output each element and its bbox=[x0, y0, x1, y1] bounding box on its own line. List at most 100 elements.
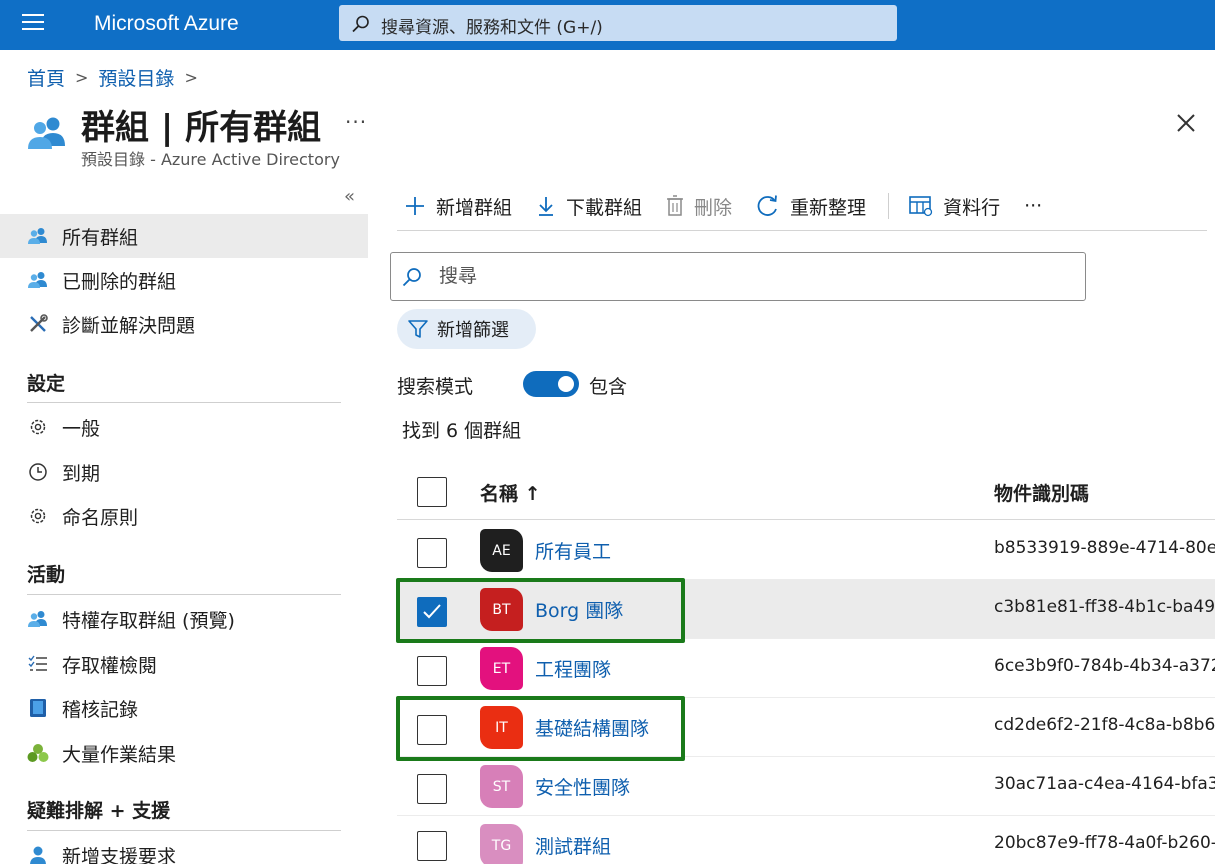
users-icon bbox=[27, 225, 49, 247]
row-checkbox[interactable] bbox=[417, 597, 447, 627]
refresh-icon bbox=[756, 194, 780, 218]
group-name-link[interactable]: 安全性團隊 bbox=[535, 773, 630, 800]
sidebar-item-label: 到期 bbox=[62, 462, 101, 485]
group-object-id: c3b81e81-ff38-4b1c-ba49- bbox=[994, 597, 1215, 617]
checklist-icon bbox=[27, 653, 49, 675]
global-search[interactable]: 搜尋資源、服務和文件 (G+/) bbox=[339, 5, 897, 41]
new-group-label: 新增群組 bbox=[436, 196, 513, 219]
download-groups-button[interactable]: 下載群組 bbox=[536, 193, 642, 220]
table-row[interactable]: BT Borg 團隊 c3b81e81-ff38-4b1c-ba49- bbox=[397, 580, 1215, 639]
sidebar-item-access-reviews[interactable]: 存取權檢閱 bbox=[0, 642, 368, 686]
group-name-link[interactable]: 基礎結構團隊 bbox=[535, 714, 649, 741]
sidebar-item-label: 命名原則 bbox=[62, 506, 139, 529]
sidebar-item-label: 診斷並解決問題 bbox=[62, 314, 196, 337]
delete-button[interactable]: 刪除 bbox=[666, 193, 732, 220]
clock-icon bbox=[27, 461, 49, 483]
sidebar-item-label: 新增支援要求 bbox=[62, 845, 177, 864]
menu-icon[interactable] bbox=[22, 14, 44, 32]
sidebar-item-label: 所有群組 bbox=[62, 226, 139, 249]
row-checkbox[interactable] bbox=[417, 656, 447, 686]
group-name-link[interactable]: Borg 團隊 bbox=[535, 596, 623, 623]
chevron-right-icon: > bbox=[184, 68, 198, 87]
more-options-button[interactable]: ··· bbox=[345, 110, 367, 134]
group-name-link[interactable]: 測試群組 bbox=[535, 832, 611, 859]
breadcrumb: 首頁 > 預設目錄 > bbox=[27, 64, 208, 91]
sidebar-item-expiration[interactable]: 到期 bbox=[0, 450, 368, 494]
group-avatar: ET bbox=[480, 647, 523, 690]
sidebar-item-pim-groups[interactable]: 特權存取群組 (預覽) bbox=[0, 597, 368, 641]
breadcrumb-home[interactable]: 首頁 bbox=[27, 64, 65, 91]
divider bbox=[27, 830, 341, 831]
column-header-object-id[interactable]: 物件識別碼 bbox=[994, 479, 1089, 506]
group-avatar: ST bbox=[480, 765, 523, 808]
refresh-button[interactable]: 重新整理 bbox=[756, 193, 866, 220]
group-name-link[interactable]: 工程團隊 bbox=[535, 655, 611, 682]
group-icon bbox=[27, 116, 69, 156]
brand-title[interactable]: Microsoft Azure bbox=[94, 12, 239, 36]
row-checkbox[interactable] bbox=[417, 715, 447, 745]
group-object-id: b8533919-889e-4714-80ec bbox=[994, 538, 1215, 558]
sidebar-item-bulk-results[interactable]: 大量作業結果 bbox=[0, 731, 368, 775]
plus-icon bbox=[404, 195, 426, 217]
group-object-id: 6ce3b9f0-784b-4b34-a372 bbox=[994, 656, 1215, 676]
bulk-icon bbox=[27, 742, 49, 764]
row-checkbox[interactable] bbox=[417, 538, 447, 568]
sidebar-item-deleted-groups[interactable]: 已刪除的群組 bbox=[0, 258, 368, 302]
results-count: 找到 6 個群組 bbox=[402, 420, 522, 442]
section-support: 疑難排解 + 支援 bbox=[27, 800, 171, 822]
person-icon bbox=[27, 844, 49, 864]
table-row[interactable]: AE 所有員工 b8533919-889e-4714-80ec bbox=[397, 521, 1215, 580]
group-avatar: TG bbox=[480, 824, 523, 864]
sidebar-item-all-groups[interactable]: 所有群組 bbox=[0, 214, 368, 258]
group-name-link[interactable]: 所有員工 bbox=[535, 537, 611, 564]
sidebar-item-new-support-request[interactable]: 新增支援要求 bbox=[0, 833, 368, 864]
users-icon bbox=[27, 269, 49, 291]
select-all-checkbox[interactable] bbox=[417, 477, 447, 507]
search-mode-label: 搜索模式 bbox=[397, 376, 474, 398]
column-header-name[interactable]: 名稱 ↑ bbox=[480, 479, 541, 506]
columns-icon bbox=[909, 195, 933, 217]
add-filter-label: 新增篩選 bbox=[437, 320, 509, 341]
trash-icon bbox=[666, 195, 684, 217]
group-search-box bbox=[390, 252, 1086, 301]
columns-button[interactable]: 資料行 bbox=[909, 193, 1000, 220]
refresh-label: 重新整理 bbox=[790, 196, 867, 219]
sidebar-item-audit-logs[interactable]: 稽核記錄 bbox=[0, 686, 368, 730]
columns-label: 資料行 bbox=[943, 196, 1001, 219]
table-header: 名稱 ↑ 物件識別碼 bbox=[397, 462, 1215, 520]
close-icon[interactable] bbox=[1175, 112, 1197, 138]
book-icon bbox=[27, 697, 49, 719]
table-row[interactable]: ST 安全性團隊 30ac71aa-c4ea-4164-bfa3- bbox=[397, 757, 1215, 816]
table-row[interactable]: IT 基礎結構團隊 cd2de6f2-21f8-4c8a-b8b6- bbox=[397, 698, 1215, 757]
breadcrumb-default-directory[interactable]: 預設目錄 bbox=[98, 64, 174, 91]
gear-icon bbox=[27, 505, 49, 527]
row-checkbox[interactable] bbox=[417, 831, 447, 861]
sidebar-item-diagnose[interactable]: 診斷並解決問題 bbox=[0, 302, 368, 346]
sidebar-item-label: 大量作業結果 bbox=[62, 743, 177, 766]
search-icon bbox=[401, 266, 423, 292]
search-mode-toggle[interactable] bbox=[523, 371, 579, 397]
section-settings: 設定 bbox=[27, 373, 66, 395]
toolbar: 新增群組 下載群組 刪除 重新整理 資料行 ··· bbox=[404, 190, 1066, 222]
users-icon bbox=[27, 608, 49, 630]
divider bbox=[27, 402, 341, 403]
wrench-icon bbox=[27, 313, 49, 335]
toolbar-more-button[interactable]: ··· bbox=[1024, 195, 1042, 217]
group-object-id: 20bc87e9-ff78-4a0f-b260- bbox=[994, 833, 1215, 853]
sidebar-item-label: 已刪除的群組 bbox=[62, 270, 177, 293]
new-group-button[interactable]: 新增群組 bbox=[404, 193, 512, 220]
collapse-sidebar-button[interactable]: « bbox=[344, 186, 355, 207]
sidebar-item-label: 一般 bbox=[62, 417, 101, 440]
group-search-input[interactable] bbox=[439, 261, 1059, 291]
table-row[interactable]: ET 工程團隊 6ce3b9f0-784b-4b34-a372 bbox=[397, 639, 1215, 698]
group-object-id: 30ac71aa-c4ea-4164-bfa3- bbox=[994, 774, 1215, 794]
group-avatar: IT bbox=[480, 706, 523, 749]
filter-icon bbox=[407, 318, 429, 340]
table-row[interactable]: TG 測試群組 20bc87e9-ff78-4a0f-b260- bbox=[397, 816, 1215, 864]
sidebar-item-general[interactable]: 一般 bbox=[0, 405, 368, 449]
global-search-placeholder: 搜尋資源、服務和文件 (G+/) bbox=[381, 18, 603, 38]
row-checkbox[interactable] bbox=[417, 774, 447, 804]
sidebar-item-naming-policy[interactable]: 命名原則 bbox=[0, 494, 368, 538]
add-filter-button[interactable]: 新增篩選 bbox=[397, 309, 536, 349]
checkmark-icon bbox=[423, 604, 441, 619]
